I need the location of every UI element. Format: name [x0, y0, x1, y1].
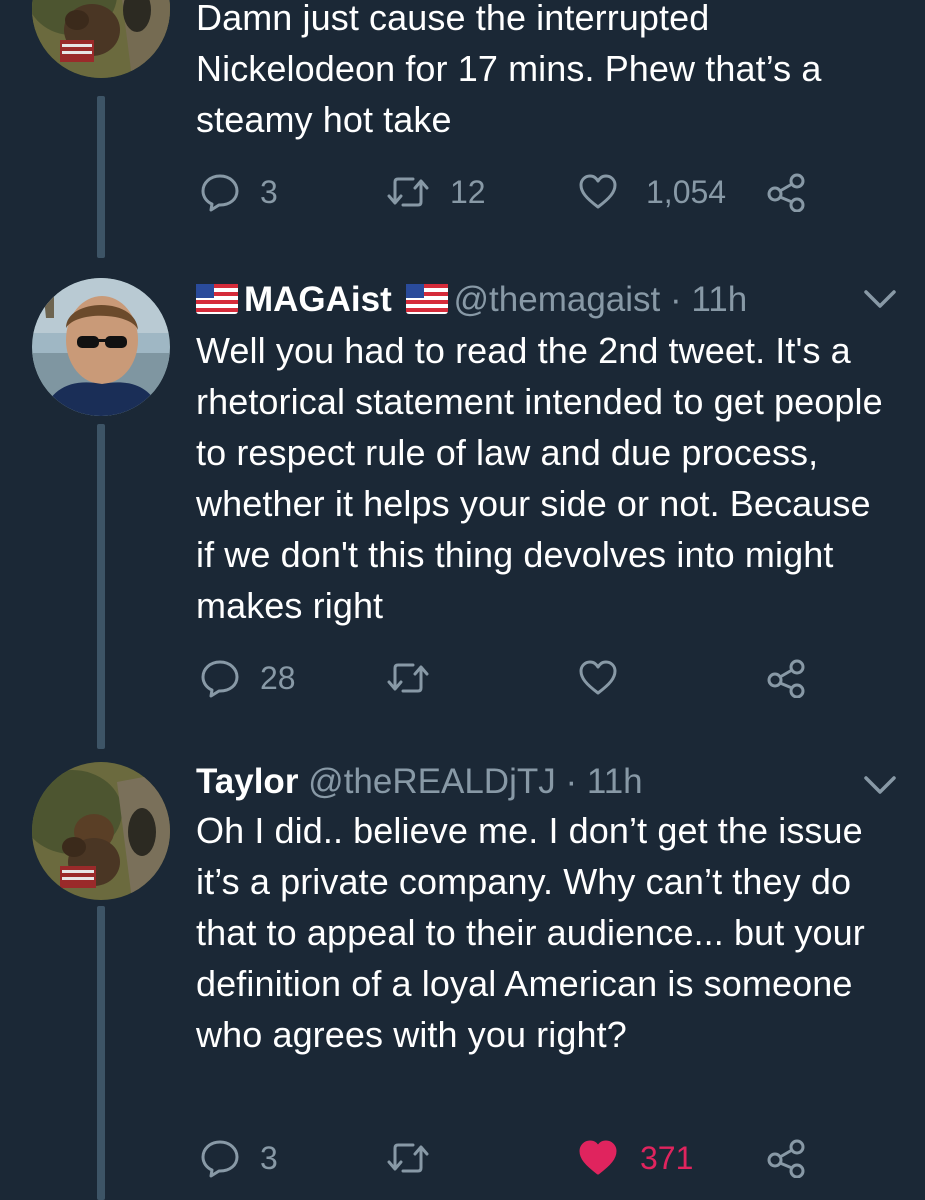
tweet-header: Taylor @theREALDjTJ · 11h: [196, 762, 643, 802]
tweet-text: Well you had to read the 2nd tweet. It's…: [196, 330, 883, 626]
thread-line: [97, 424, 105, 749]
tweet-actions: 3 371: [196, 1136, 836, 1180]
tweet-header: MAGAist @themagaist · 11h: [196, 280, 747, 320]
retweet-icon: [386, 1138, 430, 1178]
tweet-menu-button[interactable]: [860, 284, 900, 314]
avatar[interactable]: [32, 0, 170, 78]
like-button[interactable]: [578, 656, 618, 700]
chevron-down-icon: [864, 290, 896, 308]
reply-button[interactable]: 28: [200, 656, 296, 700]
share-button[interactable]: [766, 1136, 806, 1180]
reply-icon: [200, 172, 240, 212]
handle[interactable]: @theREALDjTJ: [308, 762, 556, 801]
display-name[interactable]: Taylor: [196, 762, 298, 801]
reply-count: 28: [260, 659, 296, 696]
like-button[interactable]: 371: [578, 1136, 693, 1180]
tweet-actions: 3 12 1,054: [196, 170, 836, 214]
reply-button[interactable]: 3: [200, 170, 278, 214]
like-count: 371: [640, 1139, 694, 1176]
like-count: 1,054: [646, 173, 727, 210]
reply-count: 3: [260, 173, 278, 210]
thread-line: [97, 906, 105, 1200]
tweet-text: Oh I did.. believe me. I don’t get the i…: [196, 810, 865, 1055]
tweet-text: Damn just cause the interrupted Nickelod…: [196, 0, 822, 140]
timestamp[interactable]: 11h: [587, 762, 643, 801]
avatar[interactable]: [32, 278, 170, 416]
heart-filled-icon: [578, 1138, 618, 1178]
share-icon: [766, 172, 806, 212]
us-flag-icon: [196, 284, 238, 314]
reply-icon: [200, 1138, 240, 1178]
retweet-icon: [386, 658, 430, 698]
timestamp[interactable]: 11h: [691, 280, 747, 319]
share-icon: [766, 1138, 806, 1178]
separator: ·: [565, 762, 578, 801]
tweet-menu-button[interactable]: [860, 770, 900, 800]
reply-icon: [200, 658, 240, 698]
retweet-button[interactable]: [386, 1136, 430, 1180]
handle[interactable]: @themagaist: [454, 280, 661, 319]
reply-count: 3: [260, 1139, 278, 1176]
display-name[interactable]: MAGAist: [244, 280, 392, 319]
heart-icon: [578, 172, 618, 212]
retweet-icon: [386, 172, 430, 212]
reply-button[interactable]: 3: [200, 1136, 278, 1180]
us-flag-icon: [405, 284, 448, 314]
avatar[interactable]: [32, 762, 170, 900]
like-button[interactable]: 1,054: [578, 170, 726, 214]
reply-thread: Damn just cause the interrupted Nickelod…: [0, 0, 925, 1200]
separator: ·: [670, 280, 682, 319]
chevron-down-icon: [864, 776, 896, 794]
share-button[interactable]: [766, 656, 806, 700]
retweet-button[interactable]: [386, 656, 430, 700]
heart-icon: [578, 658, 618, 698]
share-icon: [766, 658, 806, 698]
retweet-count: 12: [450, 173, 486, 210]
thread-line: [97, 96, 105, 258]
retweet-button[interactable]: 12: [386, 170, 486, 214]
share-button[interactable]: [766, 170, 806, 214]
tweet-actions: 28: [196, 656, 836, 700]
